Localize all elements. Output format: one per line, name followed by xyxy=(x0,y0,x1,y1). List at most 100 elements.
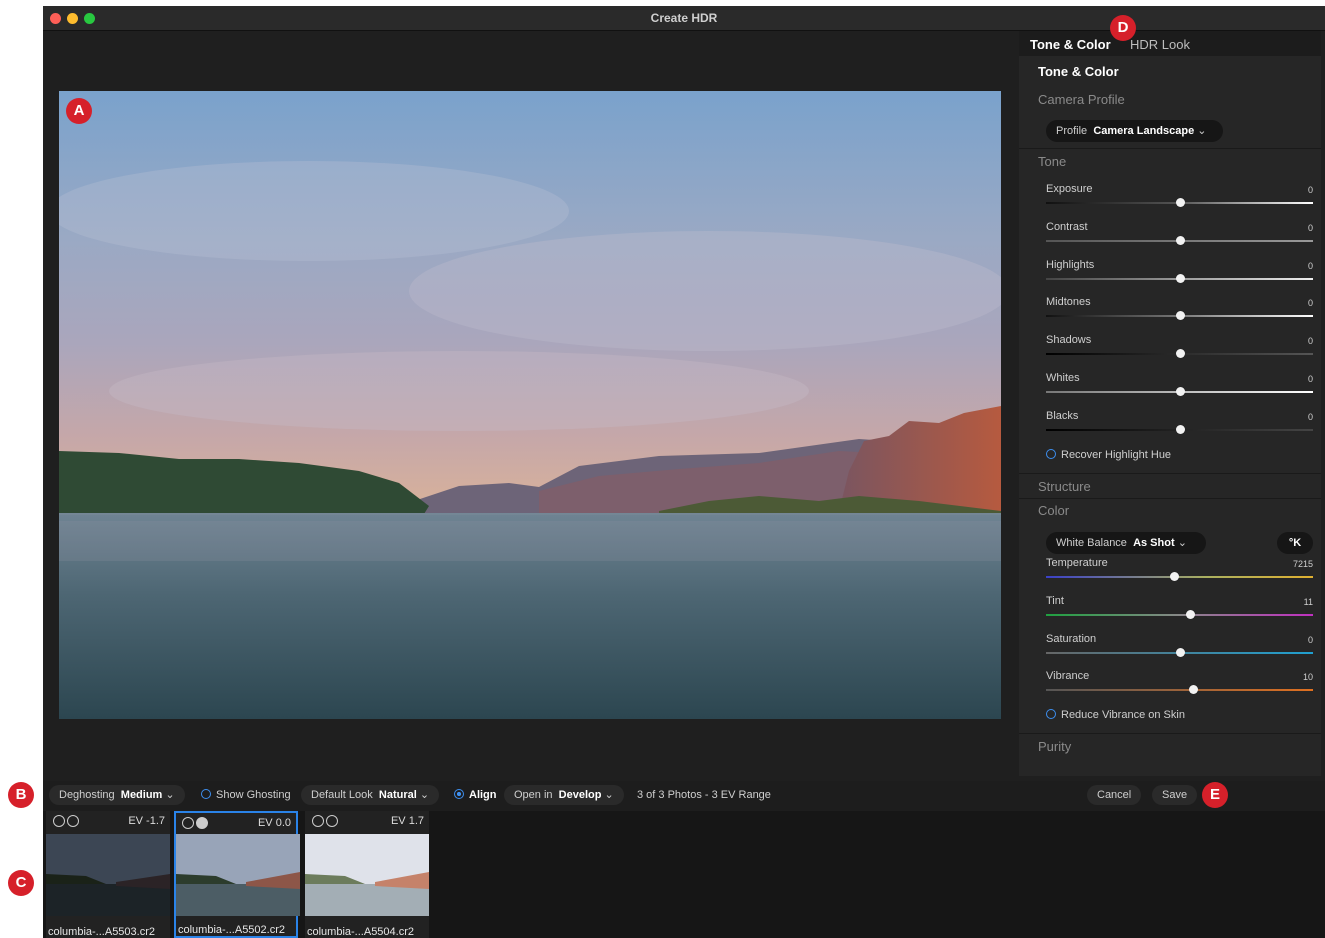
slider-label-vibrance: Vibrance xyxy=(1046,670,1090,683)
thumbnail-image xyxy=(305,834,429,916)
profile-label: Profile xyxy=(1056,125,1088,137)
slider-value-vibrance[interactable]: 10 xyxy=(1303,672,1313,682)
slider-value-shadows[interactable]: 0 xyxy=(1308,336,1313,346)
slider-label-midtones: Midtones xyxy=(1046,296,1091,309)
open-in-dropdown[interactable]: Open in Develop ⌄ xyxy=(504,785,624,805)
marker-a: A xyxy=(66,98,92,124)
slider-value-saturation[interactable]: 0 xyxy=(1308,635,1313,645)
tab-hdr-look[interactable]: HDR Look xyxy=(1130,37,1190,52)
default-look-dropdown[interactable]: Default Look Natural ⌄ xyxy=(301,785,440,805)
show-ghosting-label: Show Ghosting xyxy=(216,789,291,801)
marker-b: B xyxy=(8,782,34,808)
thumbnail-header: EV -1.7 xyxy=(46,811,170,833)
thumbnail-header: EV 0.0 xyxy=(176,813,296,835)
cancel-button[interactable]: Cancel xyxy=(1087,785,1142,805)
bottom-toolbar: Deghosting Medium ⌄ Show Ghosting Defaul… xyxy=(43,781,1325,811)
slider-label-blacks: Blacks xyxy=(1046,409,1079,422)
radio-icon xyxy=(201,789,211,799)
align-label: Align xyxy=(469,789,497,801)
slider-handle-midtones[interactable] xyxy=(1175,311,1185,321)
ev-label: EV 0.0 xyxy=(257,817,291,829)
kelvin-button[interactable]: °K xyxy=(1277,532,1313,554)
thumbnail-3[interactable]: EV 1.7 columbia-...A5504.cr2 xyxy=(305,811,429,938)
white-balance-label: White Balance xyxy=(1056,537,1127,549)
white-balance-dropdown[interactable]: White Balance As Shot ⌄ xyxy=(1046,532,1206,554)
thumbnail-image xyxy=(176,834,300,916)
radio-icon xyxy=(1046,449,1056,459)
profile-value: Camera Landscape xyxy=(1093,125,1195,137)
slider-value-temperature[interactable]: 7215 xyxy=(1293,559,1313,569)
panel-tabs: Tone & Color HDR Look xyxy=(1019,31,1321,56)
slider-handle-saturation[interactable] xyxy=(1175,647,1185,657)
primary-circle-icon[interactable] xyxy=(326,815,338,827)
color-heading: Color xyxy=(1038,503,1070,518)
slider-value-exposure[interactable]: 0 xyxy=(1308,185,1313,195)
recover-highlight-hue-toggle[interactable]: Recover Highlight Hue xyxy=(1046,449,1171,461)
hdr-preview-image xyxy=(59,91,1001,719)
check-icon[interactable] xyxy=(182,817,194,829)
slider-track-tint[interactable] xyxy=(1046,613,1313,616)
open-in-label: Open in xyxy=(514,789,553,801)
slider-handle-vibrance[interactable] xyxy=(1188,685,1198,695)
slider-track-vibrance[interactable] xyxy=(1046,689,1313,692)
ev-label: EV 1.7 xyxy=(390,815,424,827)
slider-handle-whites[interactable] xyxy=(1175,387,1185,396)
thumbnail-filename: columbia-...A5504.cr2 xyxy=(307,926,414,938)
slider-handle-shadows[interactable] xyxy=(1175,349,1185,359)
thumbnail-filename: columbia-...A5502.cr2 xyxy=(178,924,285,936)
default-look-value: Natural xyxy=(378,789,417,801)
create-hdr-window: Create HDR Tone & Color HDR Look Tone & … xyxy=(43,6,1325,938)
deghosting-dropdown[interactable]: Deghosting Medium ⌄ xyxy=(49,785,185,805)
slider-handle-tint[interactable] xyxy=(1186,609,1196,619)
slider-label-highlights: Highlights xyxy=(1046,258,1095,271)
show-ghosting-toggle[interactable]: Show Ghosting xyxy=(201,789,291,801)
slider-value-tint[interactable]: 11 xyxy=(1304,597,1313,607)
slider-label-temperature: Temperature xyxy=(1046,557,1108,569)
align-toggle[interactable]: Align xyxy=(454,789,497,801)
slider-value-highlights[interactable]: 0 xyxy=(1308,261,1313,271)
purity-heading[interactable]: Purity xyxy=(1038,739,1071,754)
reduce-vibrance-label: Reduce Vibrance on Skin xyxy=(1061,709,1185,721)
slider-label-shadows: Shadows xyxy=(1046,334,1092,347)
slider-value-contrast[interactable]: 0 xyxy=(1308,223,1313,233)
radio-checked-icon xyxy=(454,789,464,799)
slider-value-whites[interactable]: 0 xyxy=(1308,374,1313,384)
radio-icon xyxy=(1046,709,1056,719)
ev-label: EV -1.7 xyxy=(128,815,165,827)
check-icon[interactable] xyxy=(53,815,65,827)
primary-circle-icon[interactable] xyxy=(67,815,79,827)
slider-handle-blacks[interactable] xyxy=(1175,424,1185,434)
chevron-down-icon: ⌄ xyxy=(419,789,430,801)
slider-value-midtones[interactable]: 0 xyxy=(1308,298,1313,308)
thumbnail-header: EV 1.7 xyxy=(305,811,429,833)
marker-d: D xyxy=(1110,15,1136,41)
structure-heading[interactable]: Structure xyxy=(1038,479,1091,494)
recover-highlight-hue-label: Recover Highlight Hue xyxy=(1061,449,1172,461)
filmstrip: EV -1.7 columbia-...A5503.cr2 EV 0.0 col… xyxy=(43,811,1325,938)
thumbnail-1[interactable]: EV -1.7 columbia-...A5503.cr2 xyxy=(46,811,170,938)
default-look-label: Default Look xyxy=(311,789,373,801)
slider-handle-exposure[interactable] xyxy=(1175,198,1185,207)
reduce-vibrance-toggle[interactable]: Reduce Vibrance on Skin xyxy=(1046,709,1185,721)
marker-c: C xyxy=(8,870,34,896)
tab-tone-color[interactable]: Tone & Color xyxy=(1030,37,1111,52)
primary-star-icon[interactable] xyxy=(196,817,208,829)
slider-handle-contrast[interactable] xyxy=(1175,235,1185,245)
chevron-down-icon: ⌄ xyxy=(1177,537,1187,549)
profile-dropdown[interactable]: Profile Camera Landscape ⌄ xyxy=(1046,120,1223,142)
chevron-down-icon: ⌄ xyxy=(1197,125,1207,137)
thumbnail-2[interactable]: EV 0.0 columbia-...A5502.cr2 xyxy=(174,811,300,938)
white-balance-value: As Shot xyxy=(1133,537,1175,549)
slider-label-whites: Whites xyxy=(1046,372,1080,384)
adjustments-panel: Tone & Color HDR Look Tone & Color Camer… xyxy=(1019,31,1321,776)
tone-heading: Tone xyxy=(1038,154,1067,169)
slider-handle-highlights[interactable] xyxy=(1175,273,1185,283)
photo-summary: 3 of 3 Photos - 3 EV Range xyxy=(637,789,771,801)
slider-value-blacks[interactable]: 0 xyxy=(1308,412,1313,422)
save-button[interactable]: Save xyxy=(1152,785,1198,805)
slider-track-temperature[interactable] xyxy=(1046,576,1313,578)
slider-handle-temperature[interactable] xyxy=(1170,572,1180,581)
deghosting-label: Deghosting xyxy=(59,789,115,801)
thumbnail-filename: columbia-...A5503.cr2 xyxy=(48,926,155,938)
check-icon[interactable] xyxy=(312,815,324,827)
